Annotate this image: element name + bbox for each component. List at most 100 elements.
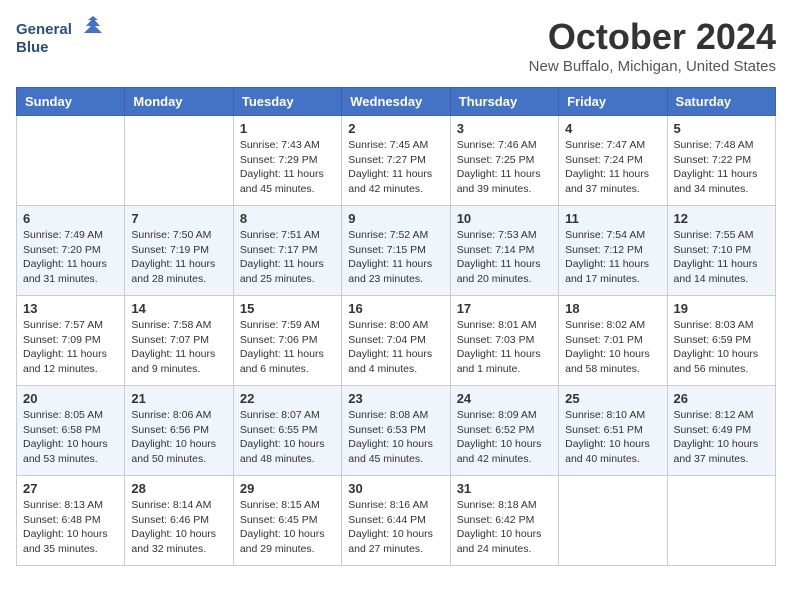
day-number: 15: [240, 301, 335, 316]
day-info: Sunrise: 7:58 AMSunset: 7:07 PMDaylight:…: [131, 318, 226, 377]
day-info: Sunrise: 8:14 AMSunset: 6:46 PMDaylight:…: [131, 498, 226, 557]
day-number: 23: [348, 391, 443, 406]
day-cell: [125, 116, 233, 206]
day-number: 10: [457, 211, 552, 226]
weekday-header-tuesday: Tuesday: [233, 88, 341, 116]
day-cell: 15 Sunrise: 7:59 AMSunset: 7:06 PMDayligh…: [233, 296, 341, 386]
title-block: October 2024 New Buffalo, Michigan, Unit…: [529, 16, 776, 75]
weekday-header-wednesday: Wednesday: [342, 88, 450, 116]
day-number: 13: [23, 301, 118, 316]
day-cell: 9Sunrise: 7:52 AMSunset: 7:15 PMDaylight…: [342, 206, 450, 296]
day-info: Sunrise: 7:59 AMSunset: 7:06 PMDaylight:…: [240, 318, 335, 377]
calendar-title: October 2024: [529, 16, 776, 58]
day-cell: 8 Sunrise: 7:51 AMSunset: 7:17 PMDaylight…: [233, 206, 341, 296]
day-cell: 12 Sunrise: 7:55 AMSunset: 7:10 PMDayligh…: [667, 206, 775, 296]
day-info: Sunrise: 7:54 AMSunset: 7:12 PMDaylight:…: [565, 228, 660, 287]
svg-text:General: General: [16, 21, 72, 38]
svg-text:Blue: Blue: [16, 39, 49, 56]
week-row-3: 13 Sunrise: 7:57 AMSunset: 7:09 PMDayligh…: [17, 296, 776, 386]
day-cell: 29Sunrise: 8:15 AMSunset: 6:45 PMDayligh…: [233, 476, 341, 566]
logo-svg: General Blue: [16, 16, 106, 61]
day-number: 20: [23, 391, 118, 406]
day-number: 29: [240, 481, 335, 496]
day-info: Sunrise: 7:50 AMSunset: 7:19 PMDaylight:…: [131, 228, 226, 287]
day-info: Sunrise: 7:55 AMSunset: 7:10 PMDaylight:…: [674, 228, 769, 287]
calendar-subtitle: New Buffalo, Michigan, United States: [529, 58, 776, 75]
weekday-header-saturday: Saturday: [667, 88, 775, 116]
day-cell: 28 Sunrise: 8:14 AMSunset: 6:46 PMDayligh…: [125, 476, 233, 566]
day-cell: 31 Sunrise: 8:18 AMSunset: 6:42 PMDayligh…: [450, 476, 558, 566]
day-cell: 16Sunrise: 8:00 AMSunset: 7:04 PMDayligh…: [342, 296, 450, 386]
week-row-2: 6Sunrise: 7:49 AMSunset: 7:20 PMDaylight…: [17, 206, 776, 296]
day-cell: 26 Sunrise: 8:12 AMSunset: 6:49 PMDayligh…: [667, 386, 775, 476]
day-cell: 10 Sunrise: 7:53 AMSunset: 7:14 PMDayligh…: [450, 206, 558, 296]
weekday-header-row: SundayMondayTuesdayWednesdayThursdayFrid…: [17, 88, 776, 116]
day-info: Sunrise: 8:03 AMSunset: 6:59 PMDaylight:…: [674, 318, 769, 377]
day-cell: 19 Sunrise: 8:03 AMSunset: 6:59 PMDayligh…: [667, 296, 775, 386]
day-number: 21: [131, 391, 226, 406]
day-number: 2: [348, 121, 443, 136]
day-cell: 3 Sunrise: 7:46 AMSunset: 7:25 PMDaylight…: [450, 116, 558, 206]
day-info: Sunrise: 8:05 AMSunset: 6:58 PMDaylight:…: [23, 408, 118, 467]
day-number: 26: [674, 391, 769, 406]
day-info: Sunrise: 8:16 AMSunset: 6:44 PMDaylight:…: [348, 498, 443, 557]
weekday-header-monday: Monday: [125, 88, 233, 116]
day-number: 27: [23, 481, 118, 496]
day-cell: 14Sunrise: 7:58 AMSunset: 7:07 PMDayligh…: [125, 296, 233, 386]
week-row-5: 27 Sunrise: 8:13 AMSunset: 6:48 PMDayligh…: [17, 476, 776, 566]
weekday-header-sunday: Sunday: [17, 88, 125, 116]
day-cell: 20 Sunrise: 8:05 AMSunset: 6:58 PMDayligh…: [17, 386, 125, 476]
day-number: 19: [674, 301, 769, 316]
day-cell: 1 Sunrise: 7:43 AMSunset: 7:29 PMDaylight…: [233, 116, 341, 206]
day-info: Sunrise: 8:09 AMSunset: 6:52 PMDaylight:…: [457, 408, 552, 467]
day-info: Sunrise: 7:46 AMSunset: 7:25 PMDaylight:…: [457, 138, 552, 197]
day-cell: 25 Sunrise: 8:10 AMSunset: 6:51 PMDayligh…: [559, 386, 667, 476]
day-info: Sunrise: 7:48 AMSunset: 7:22 PMDaylight:…: [674, 138, 769, 197]
day-info: Sunrise: 8:12 AMSunset: 6:49 PMDaylight:…: [674, 408, 769, 467]
day-info: Sunrise: 8:00 AMSunset: 7:04 PMDaylight:…: [348, 318, 443, 377]
page-header: General Blue October 2024 New Buffalo, M…: [16, 16, 776, 75]
day-info: Sunrise: 7:53 AMSunset: 7:14 PMDaylight:…: [457, 228, 552, 287]
day-number: 8: [240, 211, 335, 226]
day-cell: 4Sunrise: 7:47 AMSunset: 7:24 PMDaylight…: [559, 116, 667, 206]
day-info: Sunrise: 7:51 AMSunset: 7:17 PMDaylight:…: [240, 228, 335, 287]
day-cell: 17Sunrise: 8:01 AMSunset: 7:03 PMDayligh…: [450, 296, 558, 386]
day-cell: 2Sunrise: 7:45 AMSunset: 7:27 PMDaylight…: [342, 116, 450, 206]
day-number: 18: [565, 301, 660, 316]
weekday-header-friday: Friday: [559, 88, 667, 116]
day-number: 7: [131, 211, 226, 226]
day-number: 12: [674, 211, 769, 226]
day-info: Sunrise: 7:43 AMSunset: 7:29 PMDaylight:…: [240, 138, 335, 197]
day-cell: 30Sunrise: 8:16 AMSunset: 6:44 PMDayligh…: [342, 476, 450, 566]
week-row-4: 20 Sunrise: 8:05 AMSunset: 6:58 PMDayligh…: [17, 386, 776, 476]
day-cell: [559, 476, 667, 566]
day-number: 28: [131, 481, 226, 496]
day-cell: [667, 476, 775, 566]
day-number: 6: [23, 211, 118, 226]
day-info: Sunrise: 8:06 AMSunset: 6:56 PMDaylight:…: [131, 408, 226, 467]
day-number: 22: [240, 391, 335, 406]
day-number: 31: [457, 481, 552, 496]
day-info: Sunrise: 8:10 AMSunset: 6:51 PMDaylight:…: [565, 408, 660, 467]
day-number: 3: [457, 121, 552, 136]
day-number: 1: [240, 121, 335, 136]
day-info: Sunrise: 8:18 AMSunset: 6:42 PMDaylight:…: [457, 498, 552, 557]
day-info: Sunrise: 8:13 AMSunset: 6:48 PMDaylight:…: [23, 498, 118, 557]
day-number: 25: [565, 391, 660, 406]
day-info: Sunrise: 7:57 AMSunset: 7:09 PMDaylight:…: [23, 318, 118, 377]
calendar-table: SundayMondayTuesdayWednesdayThursdayFrid…: [16, 87, 776, 566]
weekday-header-thursday: Thursday: [450, 88, 558, 116]
day-cell: 23Sunrise: 8:08 AMSunset: 6:53 PMDayligh…: [342, 386, 450, 476]
day-cell: 21 Sunrise: 8:06 AMSunset: 6:56 PMDayligh…: [125, 386, 233, 476]
day-info: Sunrise: 7:47 AMSunset: 7:24 PMDaylight:…: [565, 138, 660, 197]
day-info: Sunrise: 7:52 AMSunset: 7:15 PMDaylight:…: [348, 228, 443, 287]
day-number: 24: [457, 391, 552, 406]
day-cell: 11Sunrise: 7:54 AMSunset: 7:12 PMDayligh…: [559, 206, 667, 296]
week-row-1: 1 Sunrise: 7:43 AMSunset: 7:29 PMDaylight…: [17, 116, 776, 206]
day-number: 5: [674, 121, 769, 136]
day-cell: 27 Sunrise: 8:13 AMSunset: 6:48 PMDayligh…: [17, 476, 125, 566]
day-cell: [17, 116, 125, 206]
day-cell: 22Sunrise: 8:07 AMSunset: 6:55 PMDayligh…: [233, 386, 341, 476]
day-cell: 6Sunrise: 7:49 AMSunset: 7:20 PMDaylight…: [17, 206, 125, 296]
day-number: 17: [457, 301, 552, 316]
